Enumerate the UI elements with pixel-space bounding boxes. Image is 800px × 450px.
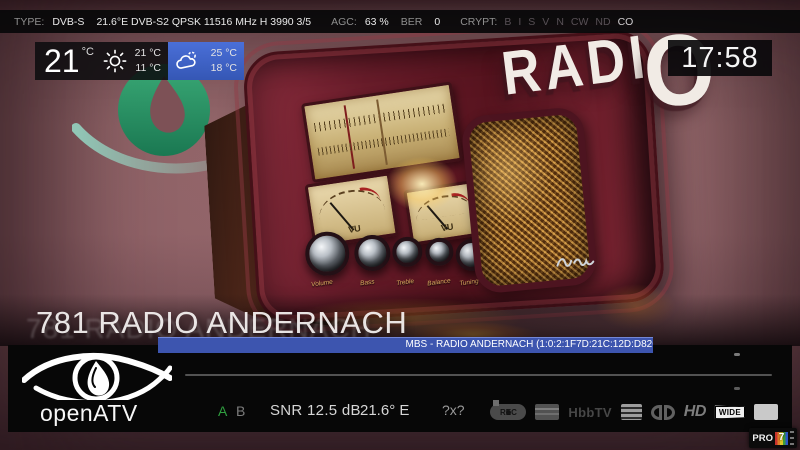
panel-marker-dot: [734, 353, 740, 356]
today-low: 11 °C: [135, 61, 161, 76]
clock: 17:58: [668, 40, 772, 76]
knob-label: Balance: [427, 277, 451, 287]
crypt-flag-biss: B: [504, 16, 511, 28]
tuner-card-icon: [535, 404, 559, 420]
pro7-text: PRO: [752, 433, 773, 444]
knob-label: Treble: [396, 278, 415, 287]
openatv-eye-logo: [22, 348, 172, 400]
pro7-seven-logo: 7: [775, 432, 788, 445]
radio-brand-script: [553, 247, 600, 272]
knob-label: Tuning: [459, 278, 479, 287]
crypt-flag-via: V: [542, 16, 549, 28]
infobar-panel: openATV A B SNR 12.5 dB 21.6° E ?x? REC …: [8, 345, 792, 432]
infobar-status-row: A B SNR 12.5 dB 21.6° E ?x? REC HbbTV HD…: [8, 397, 792, 427]
channel-title: 781 RADIO ANDERNACH: [36, 305, 407, 341]
tuner-b-indicator: B: [236, 403, 245, 419]
vu-label: VU: [348, 223, 362, 235]
forecast-high: 25 °C: [211, 46, 237, 61]
sun-icon: [102, 48, 128, 74]
bass-knob: [353, 234, 391, 272]
treble-knob: [391, 236, 423, 268]
hd-icon: HD: [684, 403, 706, 421]
agc-value: 63 %: [365, 16, 389, 28]
teletext-icon: [621, 404, 642, 420]
widescreen-icon: WIDE: [715, 406, 745, 419]
pro7-side-marks: [790, 431, 794, 445]
hbbtv-icon: HbbTV: [568, 405, 611, 420]
crypt-flag-cw: CW: [571, 16, 589, 28]
type-value: DVB-S: [52, 16, 84, 28]
temperature-unit: °C: [82, 46, 94, 58]
crypt-flag-conax: CO: [618, 16, 634, 28]
crypt-flag-nagra: N: [556, 16, 564, 28]
vu-label: VU: [440, 221, 454, 233]
progress-separator: [185, 374, 772, 376]
crypt-flag-nd: ND: [595, 16, 610, 28]
crypt-label: CRYPT:: [460, 16, 497, 28]
dolby-icon: [651, 405, 675, 420]
snr-value: SNR 12.5 dB: [270, 402, 361, 419]
pro7-seven-digit: 7: [779, 433, 785, 443]
knob-label: Bass: [360, 278, 375, 287]
satellite-position: 21.6° E: [360, 402, 409, 419]
service-reference-tooltip: MBS - RADIO ANDERNACH (1:0:2:1F7D:21C:12…: [158, 337, 653, 353]
knob-label: Volume: [311, 279, 334, 289]
current-temperature: 21: [44, 45, 80, 77]
status-icon-strip: REC HbbTV HD WIDE: [490, 397, 778, 427]
panel-marker-dot: [734, 387, 740, 390]
service-reference-text: MBS - RADIO ANDERNACH (1:0:2:1F7D:21C:12…: [406, 338, 654, 352]
cloud-sun-icon: [174, 48, 200, 74]
dial-needle: [344, 105, 355, 168]
tuner-status-bar: TYPE: DVB-S 21.6°E DVB-S2 QPSK 11516 MHz…: [0, 10, 800, 33]
clock-time: 17:58: [681, 42, 759, 75]
ber-value: 0: [434, 16, 440, 28]
tv-screen: VU VU Volume Bass Treble Balance Tuning: [0, 0, 800, 450]
tuner-a-indicator: A: [218, 403, 227, 419]
balance-knob: [425, 237, 455, 267]
ber-label: BER: [401, 16, 423, 28]
resolution-value: ?x?: [442, 402, 465, 418]
today-high: 21 °C: [135, 46, 161, 61]
lens-flare: [372, 146, 472, 222]
agc-label: AGC:: [331, 16, 357, 28]
today-high-low: 21 °C 11 °C: [135, 46, 161, 76]
ci-card-icon: [754, 404, 778, 420]
transponder-info: 21.6°E DVB-S2 QPSK 11516 MHz H 3990 3/5: [96, 16, 311, 28]
type-label: TYPE:: [14, 16, 44, 28]
record-label: REC: [500, 408, 517, 417]
forecast-high-low: 25 °C 18 °C: [211, 46, 237, 76]
pro7-watermark: PRO 7: [749, 428, 797, 448]
forecast-low: 18 °C: [211, 61, 237, 76]
weather-forecast-box: 25 °C 18 °C: [168, 42, 244, 80]
record-icon: REC: [490, 404, 526, 420]
crypt-flag-seca: S: [528, 16, 535, 28]
dial-divider: [376, 99, 388, 165]
weather-today-box: 21 °C 21 °C 11 °C: [35, 42, 168, 80]
crypt-flag-irdeto: I: [518, 16, 521, 28]
